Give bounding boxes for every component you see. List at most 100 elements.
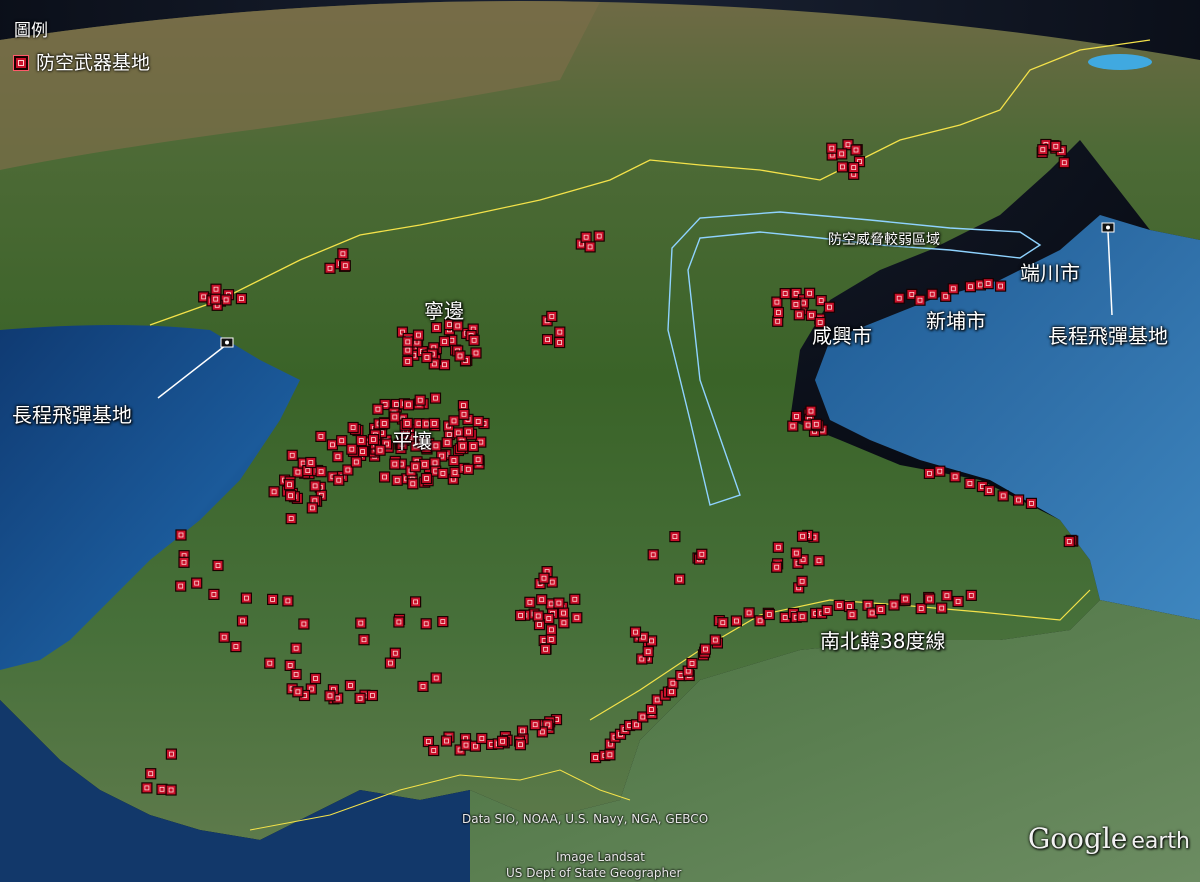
air-defense-site-icon bbox=[420, 618, 432, 630]
air-defense-site-icon bbox=[826, 142, 838, 154]
label-pyongyang: 平壤 bbox=[392, 429, 432, 453]
air-defense-site-icon bbox=[779, 288, 791, 300]
air-defense-site-icon bbox=[306, 502, 318, 514]
air-defense-site-icon bbox=[384, 657, 396, 669]
air-defense-site-icon bbox=[926, 288, 938, 300]
air-defense-site-icon bbox=[333, 474, 345, 486]
air-defense-site-icon bbox=[1025, 497, 1038, 509]
air-defense-site-icon bbox=[543, 612, 555, 625]
air-defense-site-icon bbox=[846, 609, 858, 621]
air-defense-site-icon bbox=[772, 541, 784, 553]
air-defense-site-icon bbox=[448, 455, 460, 467]
air-defense-site-icon bbox=[771, 561, 783, 573]
legend-item-air-defense: 防空武器基地 bbox=[13, 52, 151, 74]
air-defense-site-icon bbox=[430, 322, 443, 334]
air-defense-site-icon bbox=[401, 417, 413, 429]
air-defense-site-icon bbox=[230, 640, 242, 653]
air-defense-site-icon bbox=[409, 461, 421, 473]
air-defense-site-icon bbox=[339, 260, 351, 272]
label-nyongbyon: 寧邊 bbox=[424, 299, 464, 323]
air-defense-site-icon bbox=[191, 577, 203, 589]
air-defense-site-icon bbox=[346, 443, 358, 455]
map-canvas[interactable] bbox=[0, 0, 1200, 882]
air-defense-site-icon bbox=[309, 480, 321, 492]
air-defense-site-icon bbox=[282, 595, 294, 607]
air-defense-site-icon bbox=[836, 148, 848, 160]
air-defense-site-icon bbox=[983, 485, 995, 497]
air-defense-site-icon bbox=[899, 593, 911, 605]
air-defense-site-icon bbox=[141, 782, 153, 794]
air-defense-site-icon bbox=[730, 615, 743, 627]
air-defense-site-icon bbox=[165, 784, 177, 796]
air-defense-site-icon bbox=[347, 421, 359, 434]
air-defense-site-icon bbox=[457, 440, 469, 452]
air-defense-site-icon bbox=[324, 262, 336, 274]
air-defense-site-icon bbox=[580, 231, 592, 243]
air-defense-site-icon bbox=[1058, 157, 1070, 169]
air-defense-site-icon bbox=[467, 440, 479, 452]
air-defense-site-icon bbox=[699, 643, 712, 655]
satellite-map[interactable]: 圖例 防空武器基地 寧邊 平壤 咸興市 新埔市 端川市 長程飛彈基地 長程飛彈基… bbox=[0, 0, 1200, 882]
air-defense-site-icon bbox=[686, 657, 698, 670]
air-defense-site-icon bbox=[545, 624, 558, 636]
air-defense-site-icon bbox=[315, 466, 327, 478]
air-defense-site-icon bbox=[454, 350, 466, 362]
air-defense-site-icon bbox=[964, 281, 977, 293]
air-defense-site-icon bbox=[468, 334, 480, 346]
air-defense-site-icon bbox=[848, 162, 860, 174]
air-defense-site-icon bbox=[790, 410, 803, 422]
air-defense-site-icon bbox=[529, 719, 541, 731]
air-defense-site-icon bbox=[538, 572, 550, 584]
air-defense-site-icon bbox=[326, 439, 338, 451]
air-defense-site-icon bbox=[796, 530, 809, 542]
air-defense-site-icon bbox=[145, 768, 157, 780]
air-defense-site-icon bbox=[389, 411, 401, 423]
logo-google-word: Google bbox=[1027, 822, 1128, 855]
air-defense-site-icon bbox=[476, 732, 488, 745]
label-sinpo: 新埔市 bbox=[926, 309, 986, 333]
air-defense-site-icon bbox=[888, 599, 900, 611]
air-defense-site-icon bbox=[305, 456, 317, 469]
air-defense-site-icon bbox=[541, 334, 554, 346]
air-defense-site-icon bbox=[417, 680, 429, 693]
label-hamhung: 咸興市 bbox=[812, 324, 872, 348]
air-defense-site-icon bbox=[647, 549, 659, 561]
legend-item-label: 防空武器基地 bbox=[36, 52, 151, 74]
air-defense-site-icon bbox=[558, 617, 570, 629]
air-defense-site-icon bbox=[514, 609, 527, 622]
air-defense-site-icon bbox=[175, 580, 187, 592]
missile-base-icon bbox=[220, 337, 234, 348]
air-defense-site-icon bbox=[463, 426, 475, 438]
air-defense-site-icon bbox=[569, 593, 581, 605]
air-defense-site-icon bbox=[354, 692, 366, 704]
air-defense-site-icon bbox=[669, 530, 681, 543]
air-defense-site-icon bbox=[264, 657, 276, 669]
air-defense-site-icon bbox=[964, 477, 976, 489]
air-defense-site-icon bbox=[763, 608, 775, 621]
air-defense-site-icon bbox=[367, 434, 379, 446]
air-defense-site-icon bbox=[391, 474, 403, 486]
air-defense-site-icon bbox=[389, 647, 401, 659]
logo-earth-word: earth bbox=[1131, 829, 1190, 854]
air-defense-site-icon bbox=[674, 573, 686, 585]
air-defense-site-icon bbox=[285, 490, 297, 502]
air-defense-site-icon bbox=[414, 394, 426, 406]
air-defense-site-icon bbox=[175, 529, 187, 541]
air-defense-site-icon bbox=[458, 408, 470, 420]
air-defense-site-icon bbox=[421, 351, 433, 364]
air-defense-site-icon bbox=[430, 672, 442, 684]
air-defense-site-icon bbox=[796, 575, 808, 587]
air-defense-site-icon bbox=[212, 559, 224, 572]
air-defense-site-icon bbox=[947, 283, 959, 295]
air-defense-site-icon bbox=[374, 444, 386, 456]
air-defense-site-icon bbox=[309, 672, 322, 685]
air-defense-site-icon bbox=[267, 593, 279, 606]
air-defense-site-icon bbox=[717, 617, 729, 629]
air-defense-site-icon bbox=[546, 310, 558, 322]
air-defense-site-icon bbox=[545, 633, 557, 646]
lake bbox=[1088, 54, 1152, 70]
credit-image: Image Landsat bbox=[556, 850, 645, 864]
air-defense-site-icon bbox=[315, 430, 327, 442]
air-defense-site-icon bbox=[448, 415, 460, 427]
label-weak-zone: 防空威脅較弱區域 bbox=[828, 232, 940, 248]
